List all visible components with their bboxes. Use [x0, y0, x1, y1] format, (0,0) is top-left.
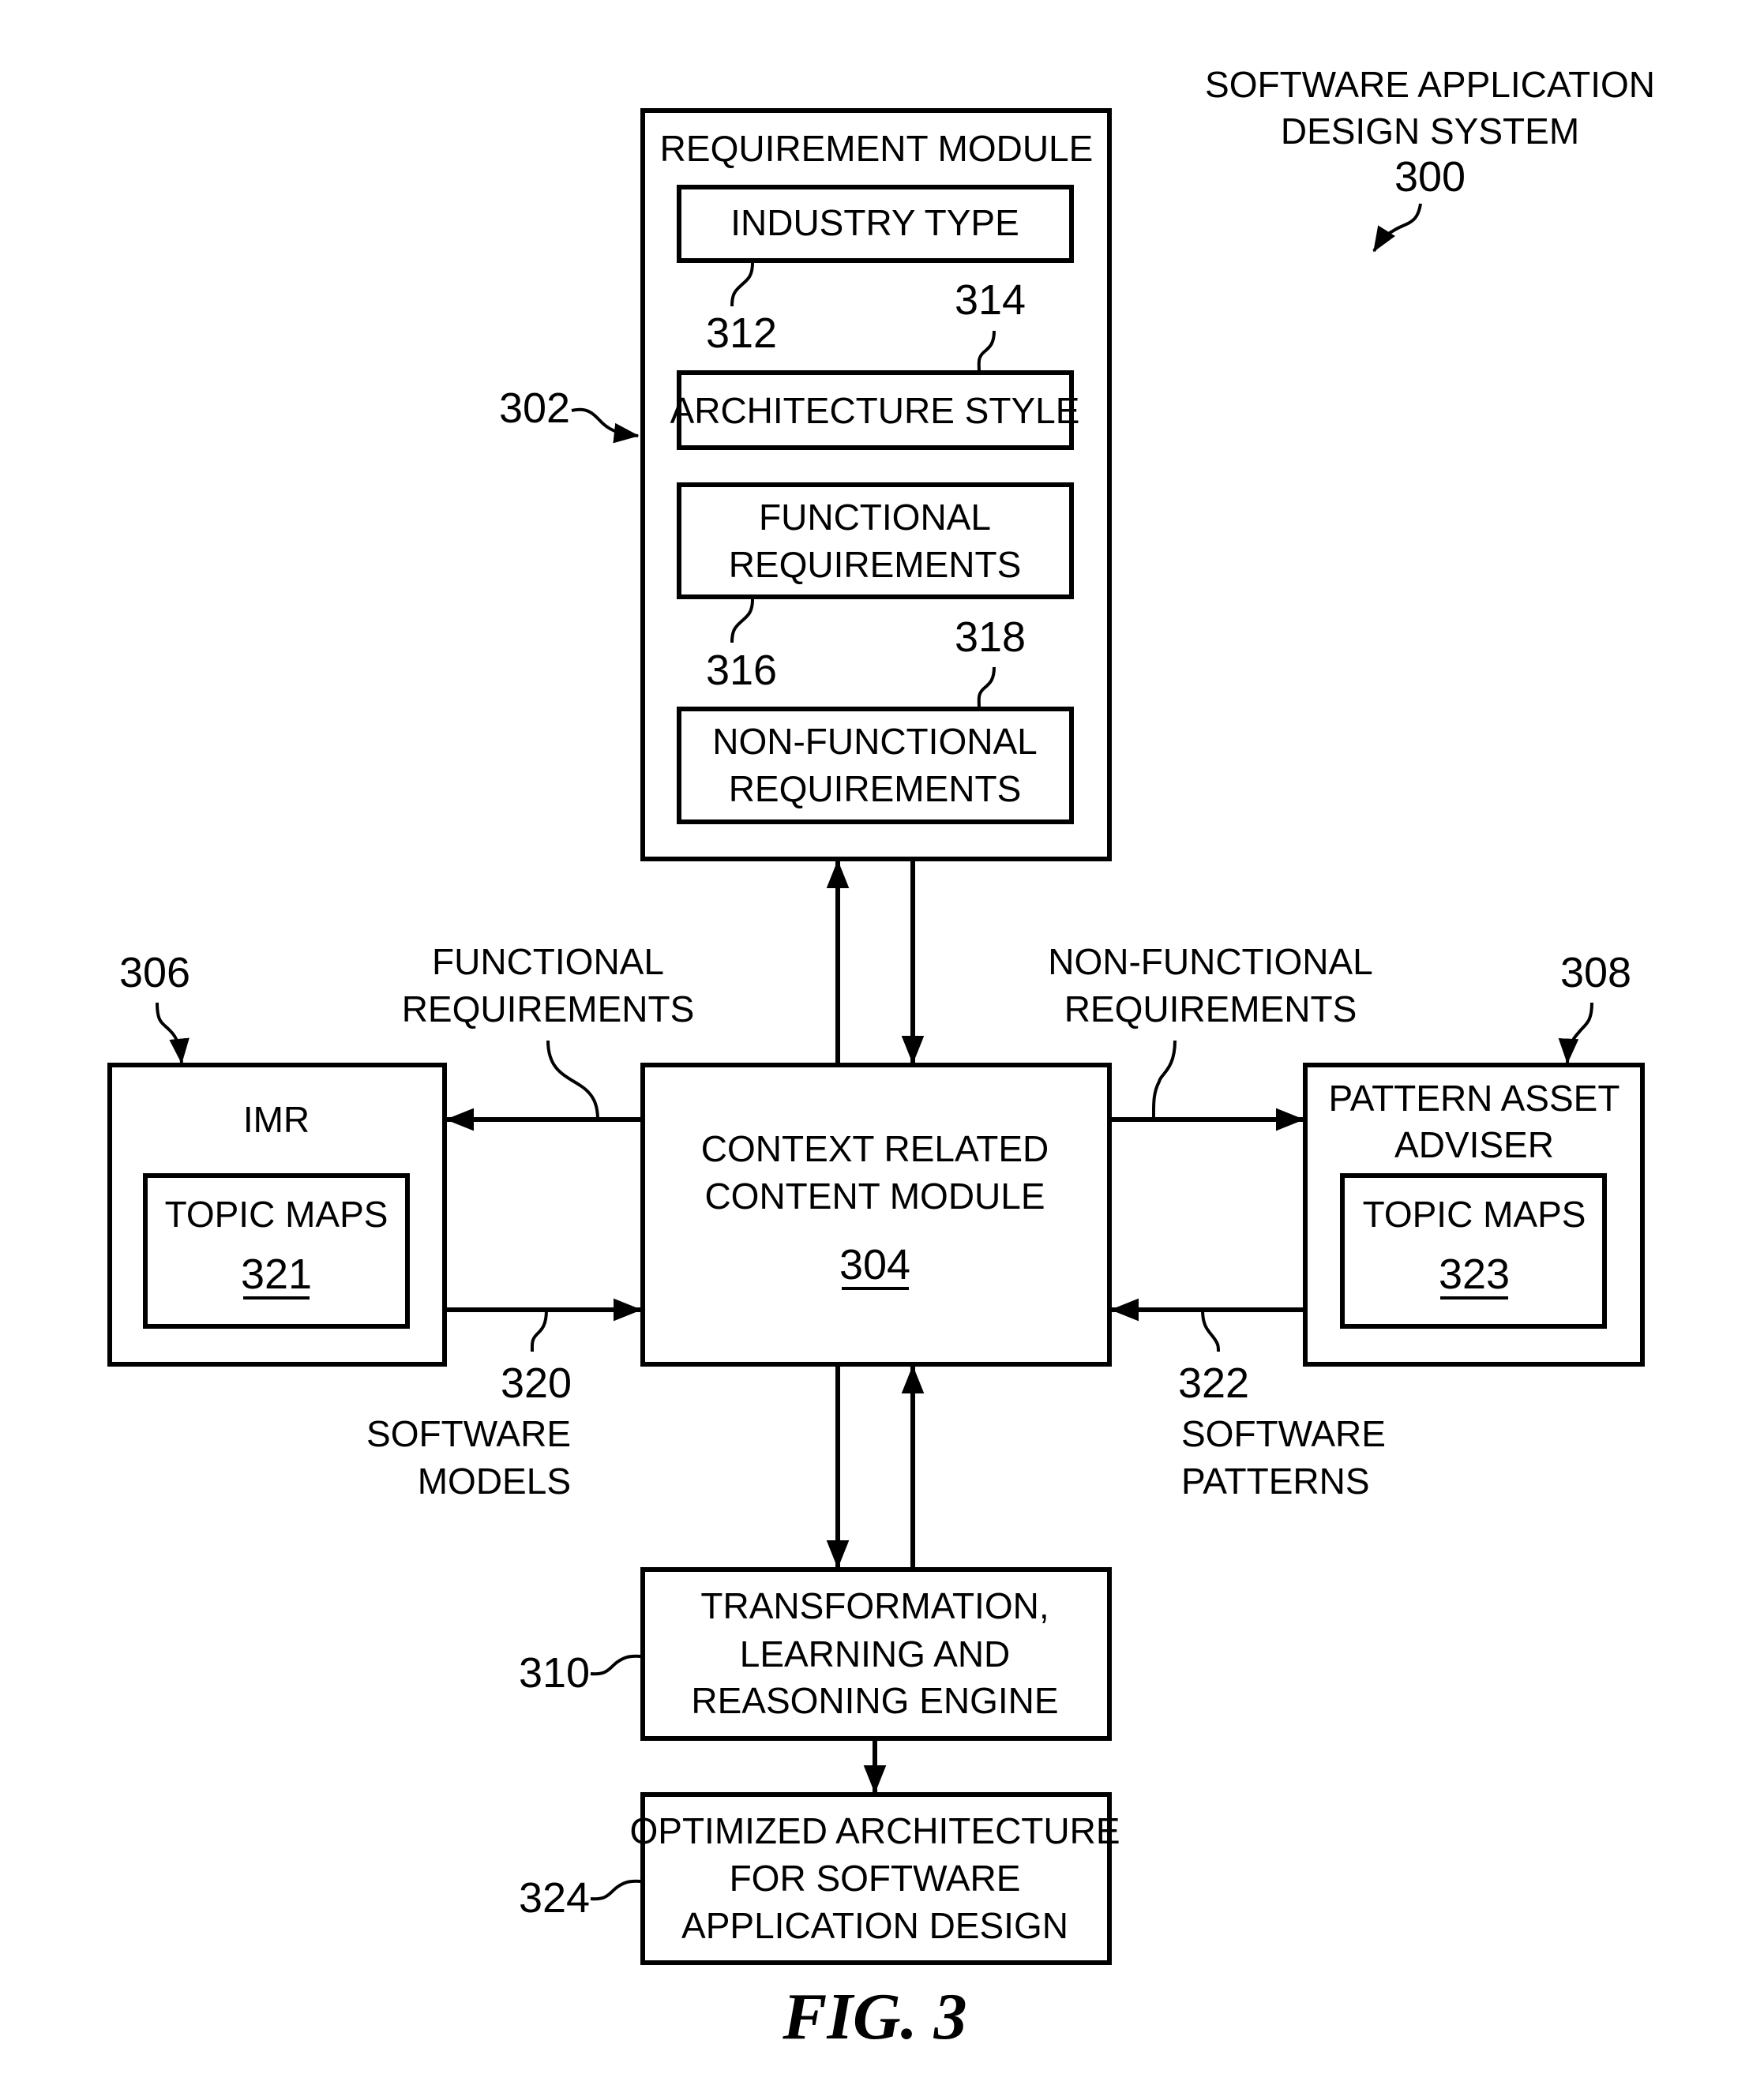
- connector-software-models-ref: 320: [501, 1360, 572, 1407]
- requirement-module-ref: 302: [499, 384, 570, 432]
- optimized-architecture-line3: APPLICATION DESIGN: [681, 1905, 1068, 1946]
- non-functional-requirements-ref: 318: [955, 613, 1026, 661]
- optimized-architecture-ref: 324: [519, 1874, 590, 1922]
- optimized-architecture-line1: OPTIMIZED ARCHITECTURE: [629, 1810, 1120, 1851]
- reasoning-engine-line1: TRANSFORMATION,: [700, 1585, 1049, 1626]
- pattern-asset-adviser-line2: ADVISER: [1394, 1124, 1554, 1165]
- imr-topic-maps-label: TOPIC MAPS: [165, 1194, 388, 1235]
- pattern-asset-adviser-ref-arrow-icon: [1558, 1002, 1593, 1064]
- optimized-architecture-line2: FOR SOFTWARE: [730, 1858, 1021, 1899]
- figure-label: FIG. 3: [782, 1980, 966, 2053]
- connector-software-patterns-leader: [1201, 1309, 1220, 1352]
- connector-non-functional-line1: NON-FUNCTIONAL: [1048, 941, 1372, 982]
- context-module-line2: CONTENT MODULE: [704, 1176, 1045, 1217]
- paa-topic-maps-label: TOPIC MAPS: [1363, 1194, 1586, 1235]
- connector-software-models-line2: MODELS: [418, 1461, 571, 1502]
- system-diagram: SOFTWARE APPLICATION DESIGN SYSTEM 300 R…: [107, 64, 1655, 2053]
- pattern-asset-adviser-line1: PATTERN ASSET: [1329, 1078, 1620, 1119]
- reasoning-engine-line2: LEARNING AND: [740, 1633, 1011, 1675]
- connector-non-functional-line2: REQUIREMENTS: [1064, 988, 1357, 1029]
- requirement-module: REQUIREMENT MODULE INDUSTRY TYPE 312 314…: [640, 108, 1112, 861]
- connector-functional-leader: [546, 1040, 599, 1120]
- context-module-line1: CONTEXT RELATED: [701, 1128, 1049, 1169]
- connector-software-patterns-line2: PATTERNS: [1181, 1461, 1370, 1502]
- imr-ref: 306: [119, 949, 190, 996]
- industry-type-ref: 312: [706, 309, 777, 357]
- connector-software-patterns-ref: 322: [1178, 1360, 1249, 1407]
- system-title-line1: SOFTWARE APPLICATION: [1205, 64, 1655, 105]
- imr-title: IMR: [243, 1099, 310, 1140]
- non-functional-requirements-line1: NON-FUNCTIONAL: [712, 721, 1037, 762]
- non-functional-requirements-line2: REQUIREMENTS: [729, 768, 1022, 809]
- connector-functional-line1: FUNCTIONAL: [432, 941, 664, 982]
- optimized-architecture: OPTIMIZED ARCHITECTURE FOR SOFTWARE APPL…: [519, 1792, 1120, 1965]
- paa-topic-maps-ref: 323: [1439, 1251, 1510, 1298]
- connector-software-models-leader: [530, 1309, 548, 1352]
- reasoning-engine-ref-leader: [590, 1654, 642, 1676]
- requirement-module-ref-arrow-icon: [571, 407, 640, 444]
- connector-non-functional-leader: [1151, 1040, 1177, 1120]
- reasoning-engine-ref: 310: [519, 1649, 590, 1697]
- imr-topic-maps-ref: 321: [241, 1251, 312, 1298]
- architecture-style-ref: 314: [955, 276, 1026, 324]
- connector-software-models-line1: SOFTWARE: [366, 1413, 571, 1454]
- optimized-architecture-ref-leader: [590, 1879, 642, 1901]
- requirement-module-title: REQUIREMENT MODULE: [660, 128, 1094, 169]
- imr: 306 IMR TOPIC MAPS 321: [107, 949, 447, 1367]
- system-ref-arrow-icon: [1372, 203, 1422, 253]
- functional-requirements-ref: 316: [706, 647, 777, 694]
- system-ref-number: 300: [1394, 153, 1466, 201]
- context-module-ref: 304: [839, 1241, 910, 1288]
- connector-functional-line2: REQUIREMENTS: [402, 988, 695, 1029]
- system-title-line2: DESIGN SYSTEM: [1281, 111, 1579, 152]
- connector-software-patterns-line1: SOFTWARE: [1181, 1413, 1386, 1454]
- imr-ref-arrow-icon: [156, 1002, 190, 1064]
- context-module: CONTEXT RELATED CONTENT MODULE 304: [640, 1063, 1112, 1367]
- reasoning-engine-line3: REASONING ENGINE: [691, 1680, 1058, 1721]
- industry-type-label: INDUSTRY TYPE: [730, 202, 1019, 243]
- functional-requirements-line1: FUNCTIONAL: [759, 497, 991, 538]
- system-title: SOFTWARE APPLICATION DESIGN SYSTEM 300: [1205, 64, 1655, 253]
- reasoning-engine: TRANSFORMATION, LEARNING AND REASONING E…: [519, 1567, 1112, 1741]
- pattern-asset-adviser-ref: 308: [1560, 949, 1631, 996]
- functional-requirements-line2: REQUIREMENTS: [729, 544, 1022, 585]
- architecture-style-label: ARCHITECTURE STYLE: [670, 390, 1080, 431]
